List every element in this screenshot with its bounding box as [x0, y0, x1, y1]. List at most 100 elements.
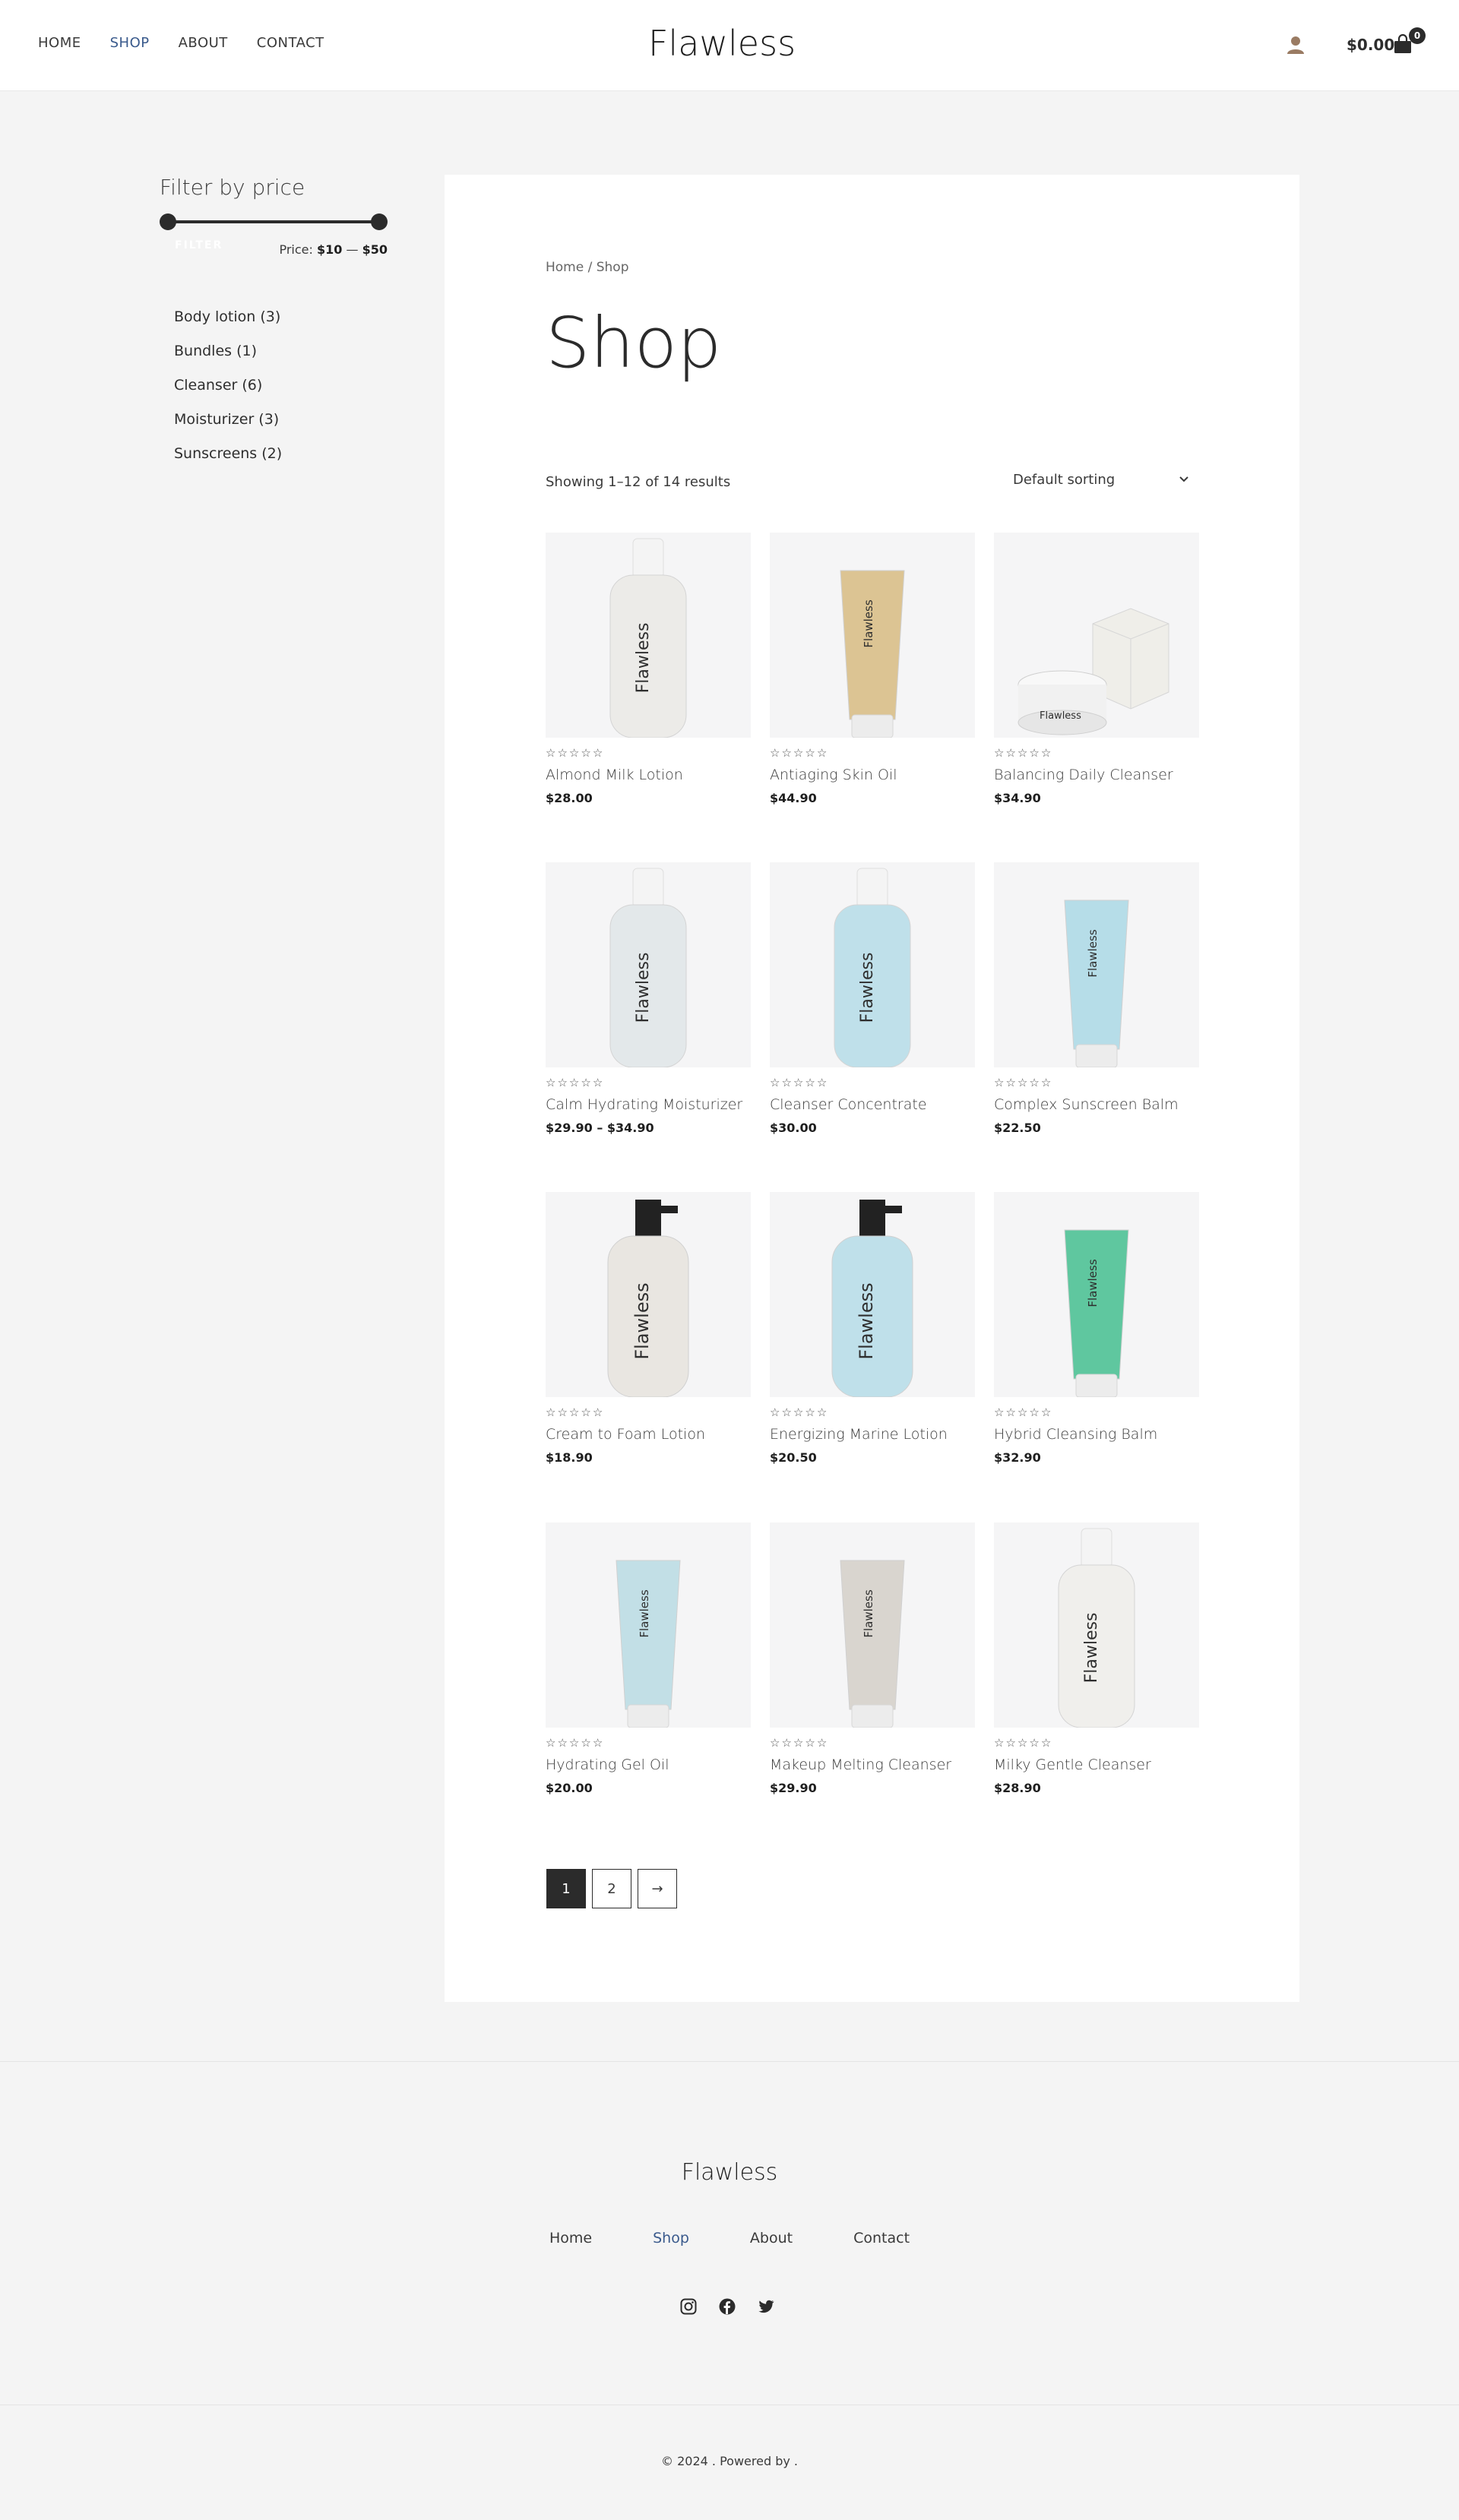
star-icon: ☆: [592, 1076, 603, 1089]
product-card[interactable]: Flawless ☆ ☆ ☆ ☆ ☆ Cream to Foam Lotion $18.90: [546, 1192, 751, 1465]
star-icon: ☆: [568, 1405, 580, 1419]
footer-link-contact[interactable]: Contact: [853, 2230, 910, 2246]
footer-link-shop[interactable]: Shop: [653, 2230, 689, 2246]
product-name[interactable]: Almond Milk Lotion: [546, 767, 751, 783]
price-slider[interactable]: [160, 213, 388, 230]
copyright-text: © 2024 . Powered by .: [661, 2454, 798, 2468]
product-card[interactable]: Flawless ☆ ☆ ☆ ☆ ☆ Hydrating Gel Oil $20.00: [546, 1522, 751, 1795]
product-image[interactable]: Flawless: [546, 533, 751, 738]
product-image[interactable]: Flawless: [546, 862, 751, 1067]
footer-nav: Home Shop About Contact: [549, 2230, 910, 2246]
star-icon: ☆: [546, 746, 556, 760]
product-card[interactable]: Flawless ☆ ☆ ☆ ☆ ☆ Complex Sunscreen Balm $22.5…: [994, 862, 1199, 1135]
breadcrumb[interactable]: Home / Shop: [546, 260, 629, 275]
product-name[interactable]: Antiaging Skin Oil: [770, 767, 975, 783]
product-card[interactable]: Flawless ☆ ☆ ☆ ☆ ☆ Energizing Marine Lotion $20…: [770, 1192, 975, 1465]
star-icon: ☆: [781, 1405, 792, 1419]
product-name[interactable]: Complex Sunscreen Balm: [994, 1096, 1199, 1113]
footer-site-title[interactable]: Flawless: [0, 2159, 1459, 2186]
product-card[interactable]: Flawless ☆ ☆ ☆ ☆ ☆ Almond Milk Lotion $28.00: [546, 533, 751, 805]
star-icon: ☆: [781, 1076, 792, 1089]
product-name[interactable]: Cream to Foam Lotion: [546, 1426, 751, 1443]
star-icon: ☆: [1040, 1736, 1052, 1750]
star-icon: ☆: [805, 1405, 815, 1419]
filter-button[interactable]: FILTER: [175, 239, 223, 251]
page-2-link[interactable]: 2: [592, 1869, 631, 1908]
product-card[interactable]: Flawless ☆ ☆ ☆ ☆ ☆ Antiaging Skin Oil $44.90: [770, 533, 975, 805]
site-title[interactable]: Flawless: [0, 23, 1444, 64]
star-icon: ☆: [1017, 1076, 1028, 1089]
star-icon: ☆: [770, 746, 780, 760]
product-price: $28.00: [546, 791, 593, 805]
sort-select[interactable]: Default sorting: [1013, 462, 1200, 497]
product-price: $22.50: [994, 1121, 1041, 1135]
category-link-moisturizer[interactable]: Moisturizer (3): [174, 411, 279, 428]
star-icon: ☆: [1017, 1736, 1028, 1750]
cart-total[interactable]: $0.00: [1347, 36, 1394, 54]
chevron-down-icon: [1179, 476, 1188, 482]
product-card[interactable]: Flawless ☆ ☆ ☆ ☆ ☆ Cleanser Concentrate $30.00: [770, 862, 975, 1135]
price-slider-max-handle[interactable]: [371, 213, 388, 230]
star-rating: ☆ ☆ ☆ ☆ ☆: [770, 1077, 975, 1089]
star-icon: ☆: [781, 746, 792, 760]
star-icon: ☆: [557, 1405, 568, 1419]
product-name[interactable]: Cleanser Concentrate: [770, 1096, 975, 1113]
star-rating: ☆ ☆ ☆ ☆ ☆: [770, 1406, 975, 1418]
category-link-sunscreens[interactable]: Sunscreens (2): [174, 445, 282, 462]
footer-link-about[interactable]: About: [750, 2230, 793, 2246]
product-name[interactable]: Milky Gentle Cleanser: [994, 1756, 1199, 1773]
svg-text:Flawless: Flawless: [631, 1282, 653, 1359]
star-rating: ☆ ☆ ☆ ☆ ☆: [546, 1077, 751, 1089]
product-name[interactable]: Balancing Daily Cleanser: [994, 767, 1199, 783]
facebook-icon[interactable]: [718, 2297, 736, 2316]
product-name[interactable]: Hybrid Cleansing Balm: [994, 1426, 1199, 1443]
star-icon: ☆: [793, 1736, 804, 1750]
product-name[interactable]: Energizing Marine Lotion: [770, 1426, 975, 1443]
product-card[interactable]: Flawless ☆ ☆ ☆ ☆ ☆ Calm Hydrating Moisturizer $…: [546, 862, 751, 1135]
filter-row: FILTER Price: $10 — $50: [160, 239, 388, 262]
star-icon: ☆: [1005, 1405, 1016, 1419]
category-link-cleanser[interactable]: Cleanser (6): [174, 377, 262, 394]
category-list: Body lotion (3) Bundles (1) Cleanser (6)…: [160, 300, 388, 471]
category-link-body-lotion[interactable]: Body lotion (3): [174, 308, 280, 325]
svg-text:Flawless: Flawless: [856, 1282, 877, 1359]
product-card[interactable]: Flawless ☆ ☆ ☆ ☆ ☆ Milky Gentle Cleanser $28.90: [994, 1522, 1199, 1795]
star-icon: ☆: [581, 1736, 591, 1750]
instagram-icon[interactable]: [679, 2297, 698, 2316]
product-image[interactable]: Flawless: [770, 533, 975, 738]
cart-count-badge: 0: [1409, 27, 1426, 44]
product-card[interactable]: Flawless ☆ ☆ ☆ ☆ ☆ Balancing Daily Cleanser $34…: [994, 533, 1199, 805]
product-image[interactable]: Flawless: [770, 1522, 975, 1728]
product-image[interactable]: Flawless: [546, 1522, 751, 1728]
product-image[interactable]: Flawless: [994, 1522, 1199, 1728]
product-name[interactable]: Hydrating Gel Oil: [546, 1756, 751, 1773]
star-icon: ☆: [557, 746, 568, 760]
account-icon[interactable]: [1287, 35, 1305, 55]
product-image[interactable]: Flawless: [994, 862, 1199, 1067]
product-name[interactable]: Makeup Melting Cleanser: [770, 1756, 975, 1773]
site-header: HOME SHOP ABOUT CONTACT Flawless $0.00 0: [0, 0, 1459, 91]
star-icon: ☆: [816, 746, 828, 760]
product-image[interactable]: Flawless: [770, 1192, 975, 1397]
product-image[interactable]: Flawless: [770, 862, 975, 1067]
twitter-icon[interactable]: [757, 2297, 775, 2316]
product-price: $29.90: [770, 1781, 817, 1795]
star-rating: ☆ ☆ ☆ ☆ ☆: [546, 747, 751, 759]
price-slider-min-handle[interactable]: [160, 213, 176, 230]
next-page-arrow[interactable]: →: [638, 1869, 677, 1908]
product-card[interactable]: Flawless ☆ ☆ ☆ ☆ ☆ Hybrid Cleansing Balm $32.90: [994, 1192, 1199, 1465]
price-separator: —: [346, 242, 359, 257]
product-image[interactable]: Flawless: [994, 533, 1199, 738]
star-icon: ☆: [1040, 1405, 1052, 1419]
star-icon: ☆: [770, 1736, 780, 1750]
product-card[interactable]: Flawless ☆ ☆ ☆ ☆ ☆ Makeup Melting Cleanser $29.…: [770, 1522, 975, 1795]
category-link-bundles[interactable]: Bundles (1): [174, 343, 257, 359]
footer-link-home[interactable]: Home: [549, 2230, 592, 2246]
star-rating: ☆ ☆ ☆ ☆ ☆: [546, 1737, 751, 1749]
product-price: $29.90 – $34.90: [546, 1121, 654, 1135]
product-image[interactable]: Flawless: [994, 1192, 1199, 1397]
product-image[interactable]: Flawless: [546, 1192, 751, 1397]
product-name[interactable]: Calm Hydrating Moisturizer: [546, 1096, 751, 1113]
star-icon: ☆: [1005, 1736, 1016, 1750]
svg-text:Flawless: Flawless: [634, 623, 653, 694]
